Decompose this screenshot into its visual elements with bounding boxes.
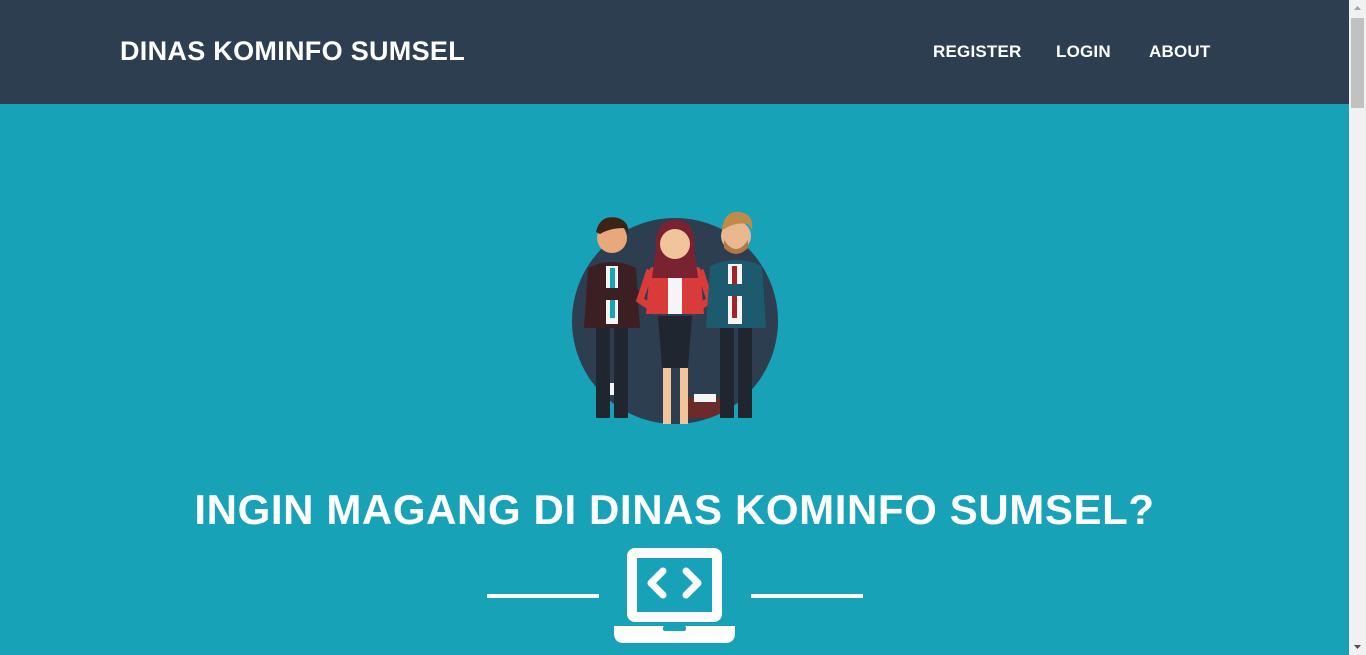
top-navbar: DINAS KOMINFO SUMSEL REGISTER LOGIN ABOU… xyxy=(0,0,1349,104)
hero-headline: INGIN MAGANG DI DINAS KOMINFO SUMSEL? xyxy=(194,486,1155,533)
nav-about-link[interactable]: ABOUT xyxy=(1149,42,1210,62)
nav-register-link[interactable]: REGISTER xyxy=(933,42,1022,62)
divider-line-left xyxy=(487,594,599,598)
laptop-code-icon xyxy=(614,548,735,643)
scroll-up-arrow-icon[interactable] xyxy=(1349,0,1366,17)
divider-line-right xyxy=(751,594,863,598)
scroll-down-arrow-icon[interactable] xyxy=(1349,638,1366,655)
brand-link[interactable]: DINAS KOMINFO SUMSEL xyxy=(120,36,465,67)
nav-login-link[interactable]: LOGIN xyxy=(1056,42,1111,62)
page-scrollbar[interactable] xyxy=(1349,0,1366,655)
scroll-thumb[interactable] xyxy=(1351,18,1364,108)
team-illustration-icon xyxy=(572,211,778,424)
